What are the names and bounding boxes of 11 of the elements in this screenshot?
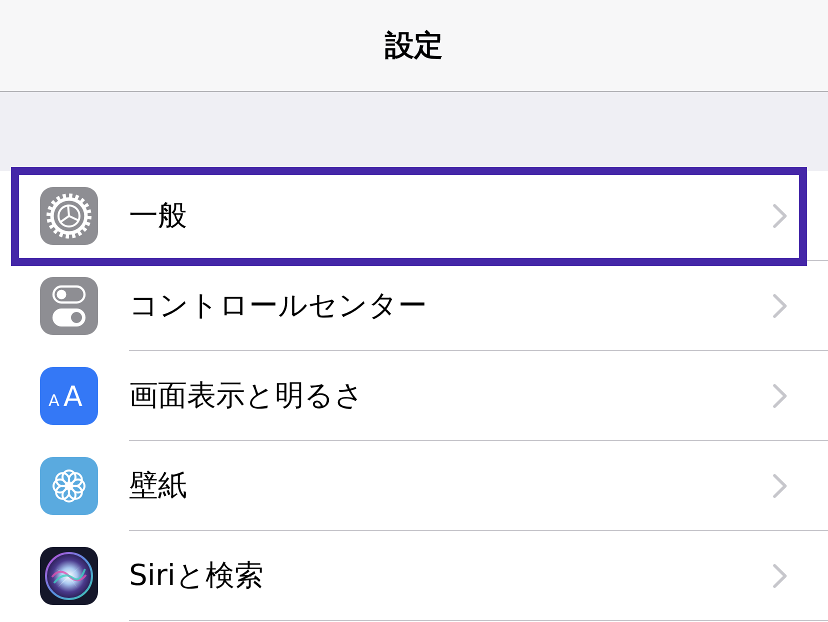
flower-icon [40, 457, 98, 515]
chevron-icon [773, 204, 787, 228]
page-title: 設定 [385, 26, 443, 64]
chevron-icon [773, 564, 787, 588]
toggle-switches-icon [40, 277, 98, 335]
chevron-icon [773, 474, 787, 498]
chevron-icon [773, 384, 787, 408]
gear-icon [40, 187, 98, 245]
siri-orb-icon [40, 547, 98, 605]
text-size-icon: A A [40, 367, 98, 425]
chevron-icon [773, 294, 787, 318]
